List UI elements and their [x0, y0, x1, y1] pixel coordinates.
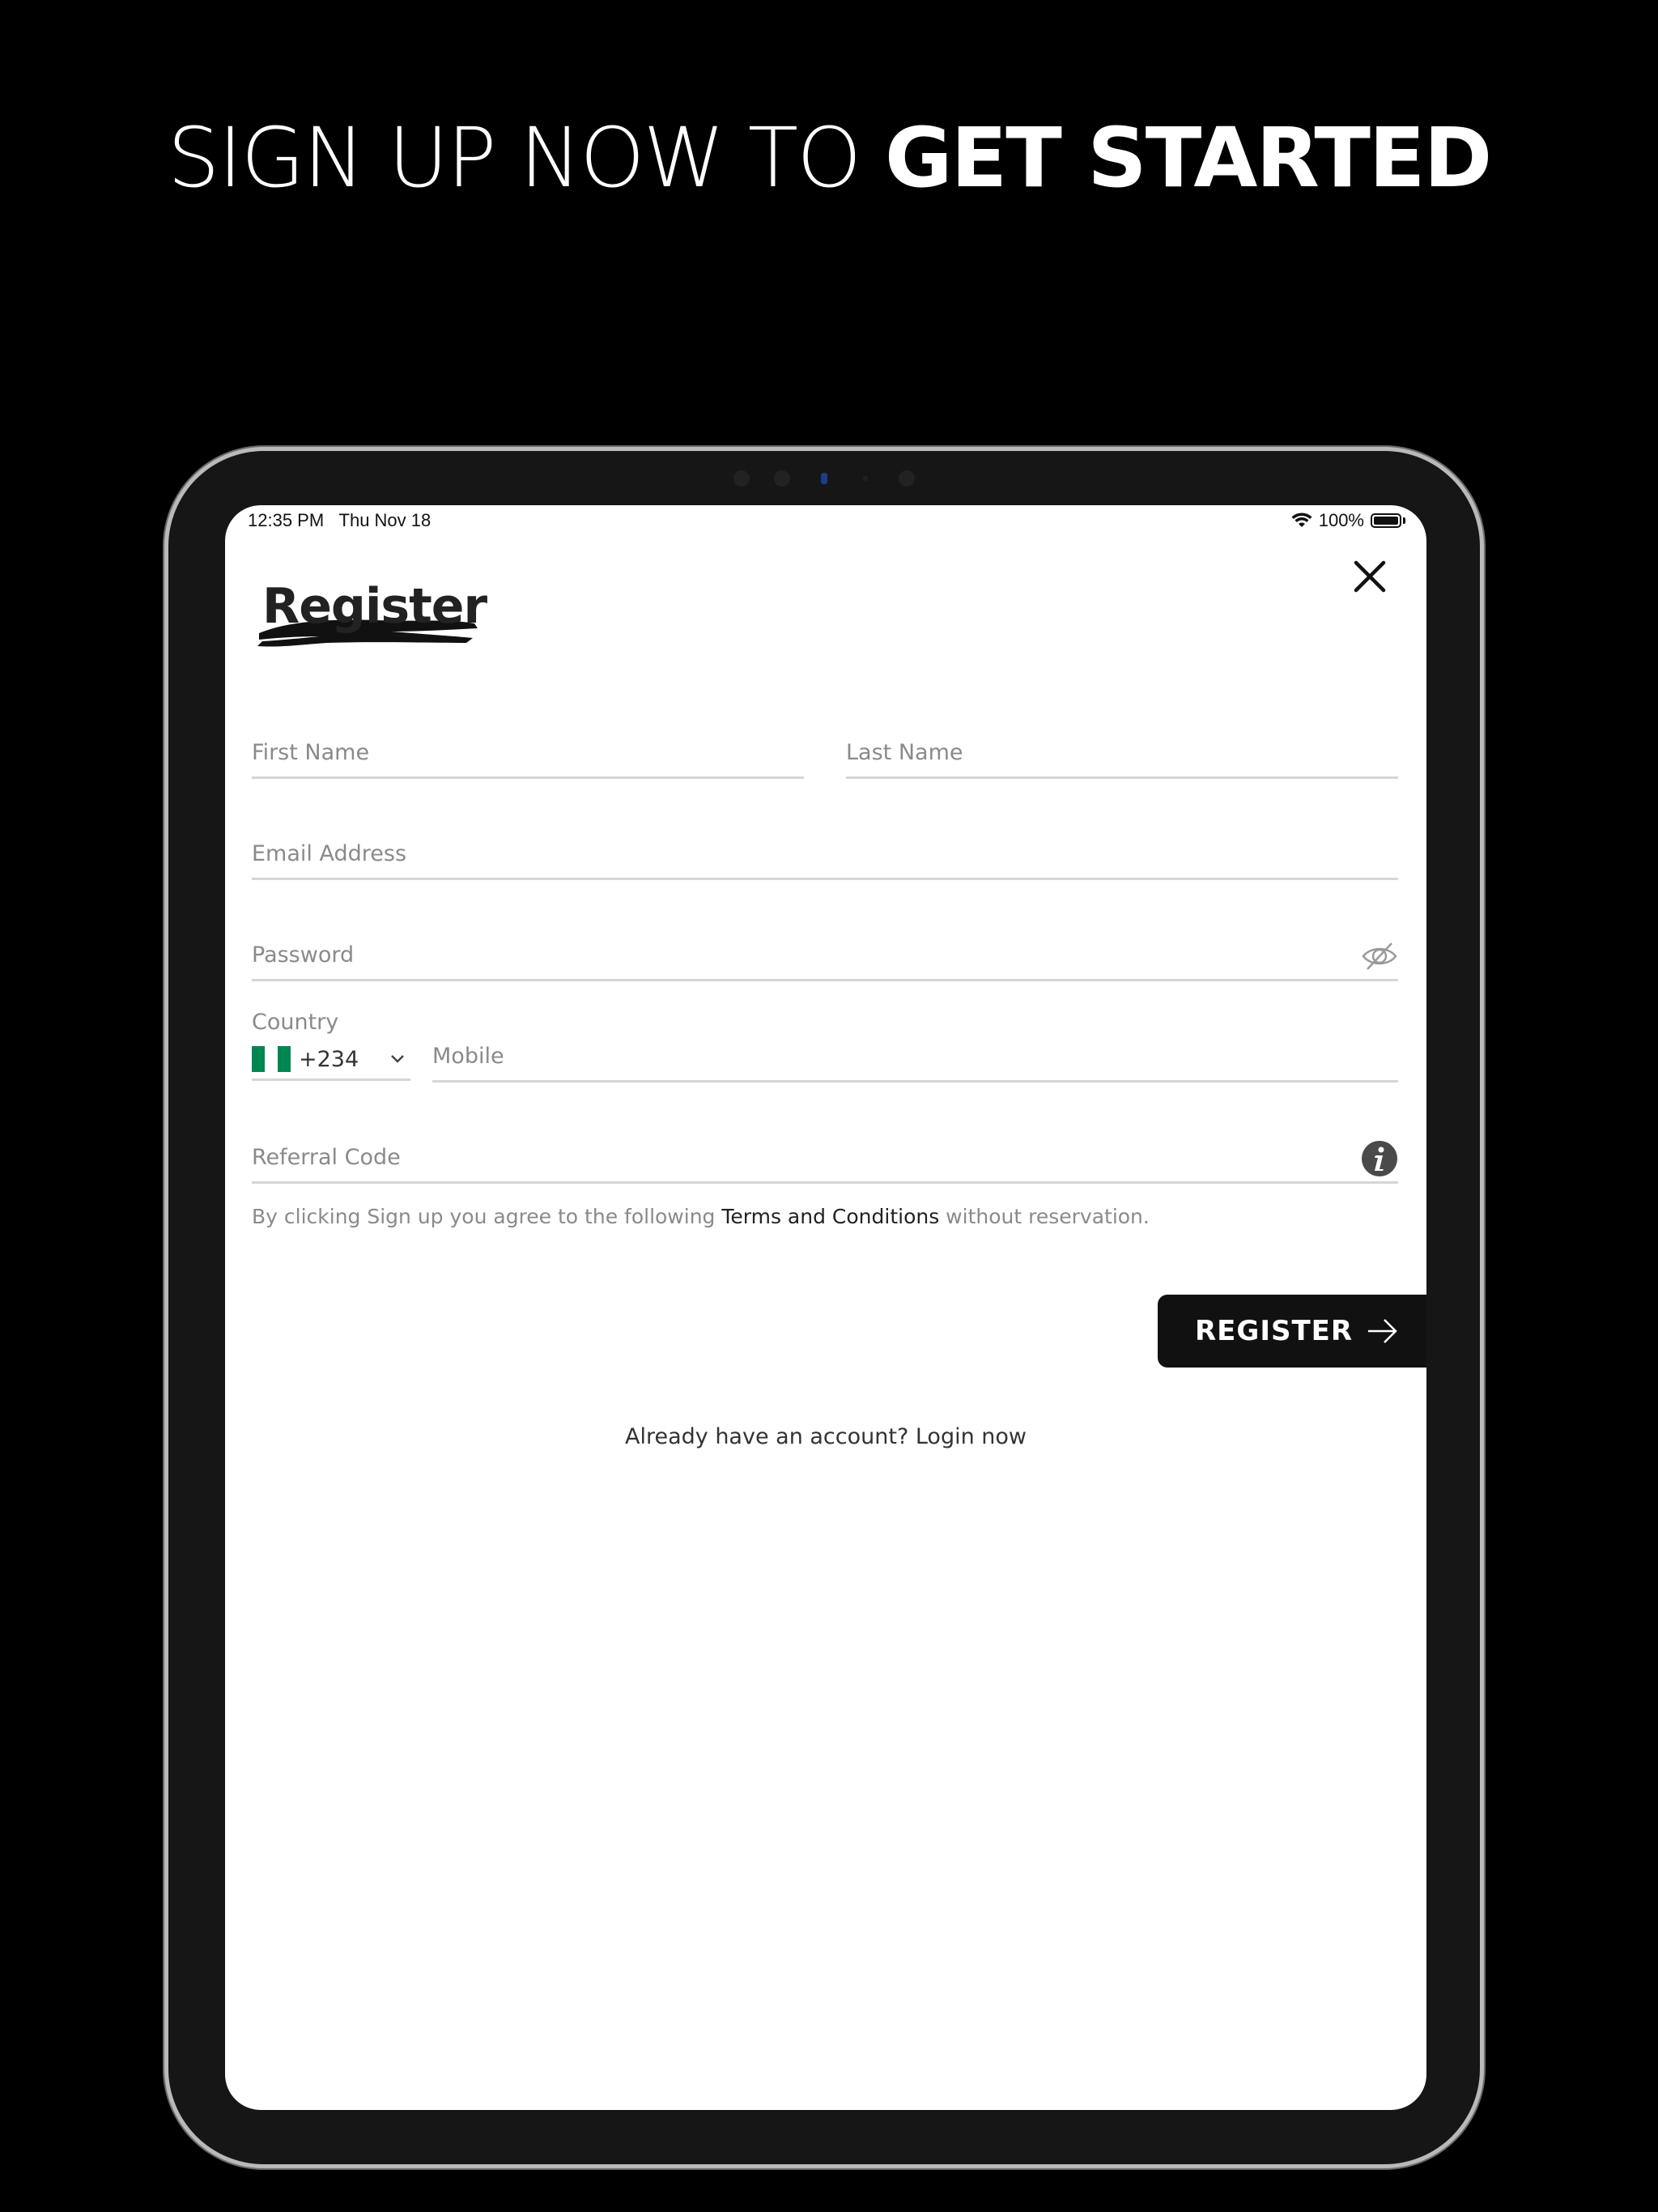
- close-button[interactable]: [1350, 556, 1390, 597]
- battery-icon: [1371, 513, 1401, 528]
- time-text: 12:35 PM: [248, 510, 325, 530]
- login-link[interactable]: Already have an account? Login now: [625, 1424, 1027, 1449]
- first-name-field[interactable]: [252, 736, 804, 779]
- country-code-select[interactable]: +234: [252, 1040, 410, 1081]
- camera-bar: [729, 468, 923, 489]
- referral-code-field[interactable]: [252, 1141, 1398, 1184]
- page-title: Register: [262, 578, 487, 635]
- password-field[interactable]: [252, 938, 1398, 981]
- login-prompt: Already have an account? Login now: [225, 1424, 1426, 1449]
- email-input[interactable]: [252, 837, 1398, 870]
- last-name-field[interactable]: [846, 736, 1398, 779]
- referral-code-input[interactable]: [252, 1141, 1337, 1173]
- password-input[interactable]: [252, 938, 1337, 971]
- sensor-icon: [899, 470, 915, 487]
- battery-percent: 100%: [1318, 510, 1364, 530]
- eye-slash-icon[interactable]: [1361, 940, 1398, 972]
- sensor-icon: [863, 476, 868, 481]
- camera-icon: [821, 473, 827, 484]
- email-field[interactable]: [252, 837, 1398, 880]
- promo-headline: SIGN UP NOW TO GET STARTED: [0, 113, 1658, 204]
- status-time: 12:35 PM Thu Nov 18: [248, 510, 431, 531]
- headline-bold: GET STARTED: [884, 110, 1492, 206]
- close-icon: [1354, 560, 1386, 593]
- battery-nub: [1403, 517, 1405, 524]
- register-label: REGISTER: [1195, 1315, 1354, 1347]
- status-bar: 12:35 PM Thu Nov 18 100%: [225, 505, 1426, 538]
- chevron-down-icon: [391, 1055, 404, 1063]
- app-screen: 12:35 PM Thu Nov 18 100% Register First …: [225, 505, 1426, 2110]
- status-right: 100%: [1291, 510, 1405, 531]
- terms-suffix: without reservation.: [939, 1205, 1150, 1228]
- country-label: Country: [252, 1010, 339, 1035]
- arrow-right-icon: [1368, 1319, 1397, 1343]
- register-button[interactable]: REGISTER: [1158, 1295, 1426, 1368]
- date-text: Thu Nov 18: [338, 510, 432, 530]
- mobile-field[interactable]: [432, 1040, 1398, 1083]
- terms-text: By clicking Sign up you agree to the fol…: [252, 1205, 1150, 1228]
- sensor-icon: [733, 470, 750, 487]
- terms-link[interactable]: Terms and Conditions: [721, 1205, 939, 1228]
- dial-code: +234: [299, 1046, 359, 1072]
- register-title: Register: [254, 578, 497, 667]
- first-name-input[interactable]: [252, 736, 804, 768]
- wifi-icon: [1291, 513, 1312, 527]
- terms-prefix: By clicking Sign up you agree to the fol…: [252, 1205, 722, 1228]
- last-name-input[interactable]: [846, 736, 1398, 768]
- headline-light: SIGN UP NOW TO: [167, 110, 885, 206]
- info-icon[interactable]: [1361, 1140, 1398, 1177]
- mobile-input[interactable]: [432, 1040, 1398, 1072]
- nigeria-flag-icon: [252, 1046, 291, 1072]
- sensor-icon: [774, 470, 790, 487]
